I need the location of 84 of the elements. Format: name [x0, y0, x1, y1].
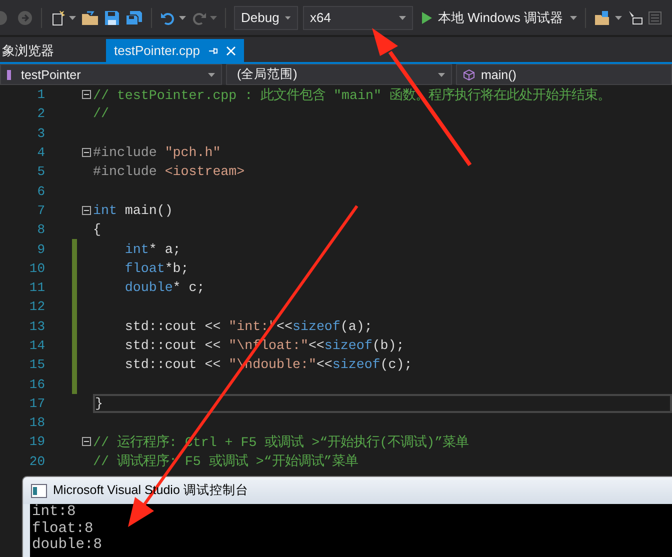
console-output: double:8 [32, 537, 102, 554]
console-icon [31, 484, 47, 498]
code-text: std::cout << [124, 338, 222, 353]
line-number: 19 [28, 434, 45, 450]
caret-icon [399, 16, 406, 20]
line-number: 11 [28, 280, 45, 296]
save-icon[interactable] [104, 10, 120, 26]
code-text: * a; [148, 242, 181, 257]
code-keyword: sizeof [292, 318, 340, 334]
line-number: 3 [36, 126, 45, 141]
code-directive: #include [93, 145, 158, 160]
start-debugging-button[interactable]: 本地 Windows 调试器 [418, 6, 567, 28]
caret-icon[interactable] [210, 16, 217, 20]
line-number: 8 [36, 222, 45, 238]
line-number: 14 [28, 338, 45, 353]
code-text: * c; [172, 280, 205, 296]
line-number: 1 [36, 87, 45, 102]
code-comment: // testPointer.cpp : 此文件包含 "main" 函数。程序执行将在此处开始并结束。 [93, 86, 610, 104]
code-text: main() [124, 202, 173, 218]
code-text: *b; [164, 260, 189, 276]
line-number: 13 [28, 318, 45, 334]
code-comment: // [93, 106, 109, 122]
line-number: 18 [28, 415, 45, 430]
code-directive: #include [93, 164, 158, 180]
code-keyword: int [93, 202, 117, 218]
code-text: << [308, 338, 324, 353]
line-number: 7 [36, 202, 45, 218]
folder-search-icon[interactable] [594, 10, 612, 26]
project-dropdown[interactable]: testPointer [0, 64, 222, 85]
code-keyword: int [124, 242, 149, 257]
caret-icon [208, 72, 215, 76]
pointer-icon[interactable] [626, 10, 643, 26]
member-dropdown[interactable]: main() [456, 64, 672, 85]
folder-icon[interactable] [81, 10, 99, 26]
cube-icon [463, 68, 475, 80]
code-text: << [276, 318, 293, 334]
code-text: (a); [340, 318, 372, 334]
scope-dropdown[interactable]: (全局范围) [226, 64, 452, 85]
line-number: 9 [36, 242, 45, 257]
platform-dropdown[interactable]: x64 [303, 6, 413, 30]
document-tab[interactable]: testPointer.cpp [106, 39, 244, 62]
caret-icon [438, 72, 445, 76]
code-keyword: sizeof [332, 357, 380, 372]
list-icon[interactable] [648, 10, 662, 26]
caret-icon[interactable] [570, 16, 577, 20]
code-text: std::cout << [124, 318, 222, 334]
caret-icon[interactable] [614, 16, 622, 20]
close-icon[interactable] [226, 46, 236, 56]
code-text: { [93, 222, 101, 238]
code-keyword: float [124, 260, 165, 276]
document-tab[interactable]: 象浏览器 [0, 39, 60, 62]
code-keyword: double [124, 280, 173, 296]
line-number: 17 [28, 396, 45, 411]
code-text: } [95, 396, 103, 411]
code-string: <iostream> [164, 164, 245, 180]
line-number: 2 [36, 106, 45, 122]
pin-icon[interactable] [208, 46, 218, 56]
code-keyword: sizeof [324, 338, 372, 353]
collapse-icon[interactable] [82, 90, 90, 100]
collapse-icon[interactable] [82, 437, 90, 446]
caret-icon[interactable] [179, 16, 186, 20]
line-number: 16 [28, 376, 45, 392]
line-number: 4 [36, 145, 45, 160]
line-number: 6 [36, 184, 45, 199]
code-text: std::cout << [124, 357, 222, 372]
code-text: (b); [372, 338, 404, 353]
console-output: float:8 [32, 520, 94, 537]
play-icon [422, 12, 432, 24]
new-project-icon[interactable] [50, 10, 66, 26]
code-text: << [316, 357, 332, 372]
line-number: 5 [36, 164, 45, 180]
caret-icon[interactable] [69, 16, 76, 20]
configuration-dropdown[interactable]: Debug [234, 6, 298, 30]
collapse-icon[interactable] [82, 148, 90, 158]
line-number: 10 [28, 260, 45, 276]
code-string: "pch.h" [164, 145, 221, 160]
code-text: (c); [380, 357, 412, 372]
console-output: int:8 [32, 504, 76, 520]
collapse-icon[interactable] [82, 206, 90, 215]
line-number: 15 [28, 357, 45, 372]
line-number: 20 [28, 454, 45, 469]
caret-icon [285, 16, 291, 20]
line-number: 12 [28, 299, 45, 314]
save-all-icon[interactable] [125, 10, 143, 26]
